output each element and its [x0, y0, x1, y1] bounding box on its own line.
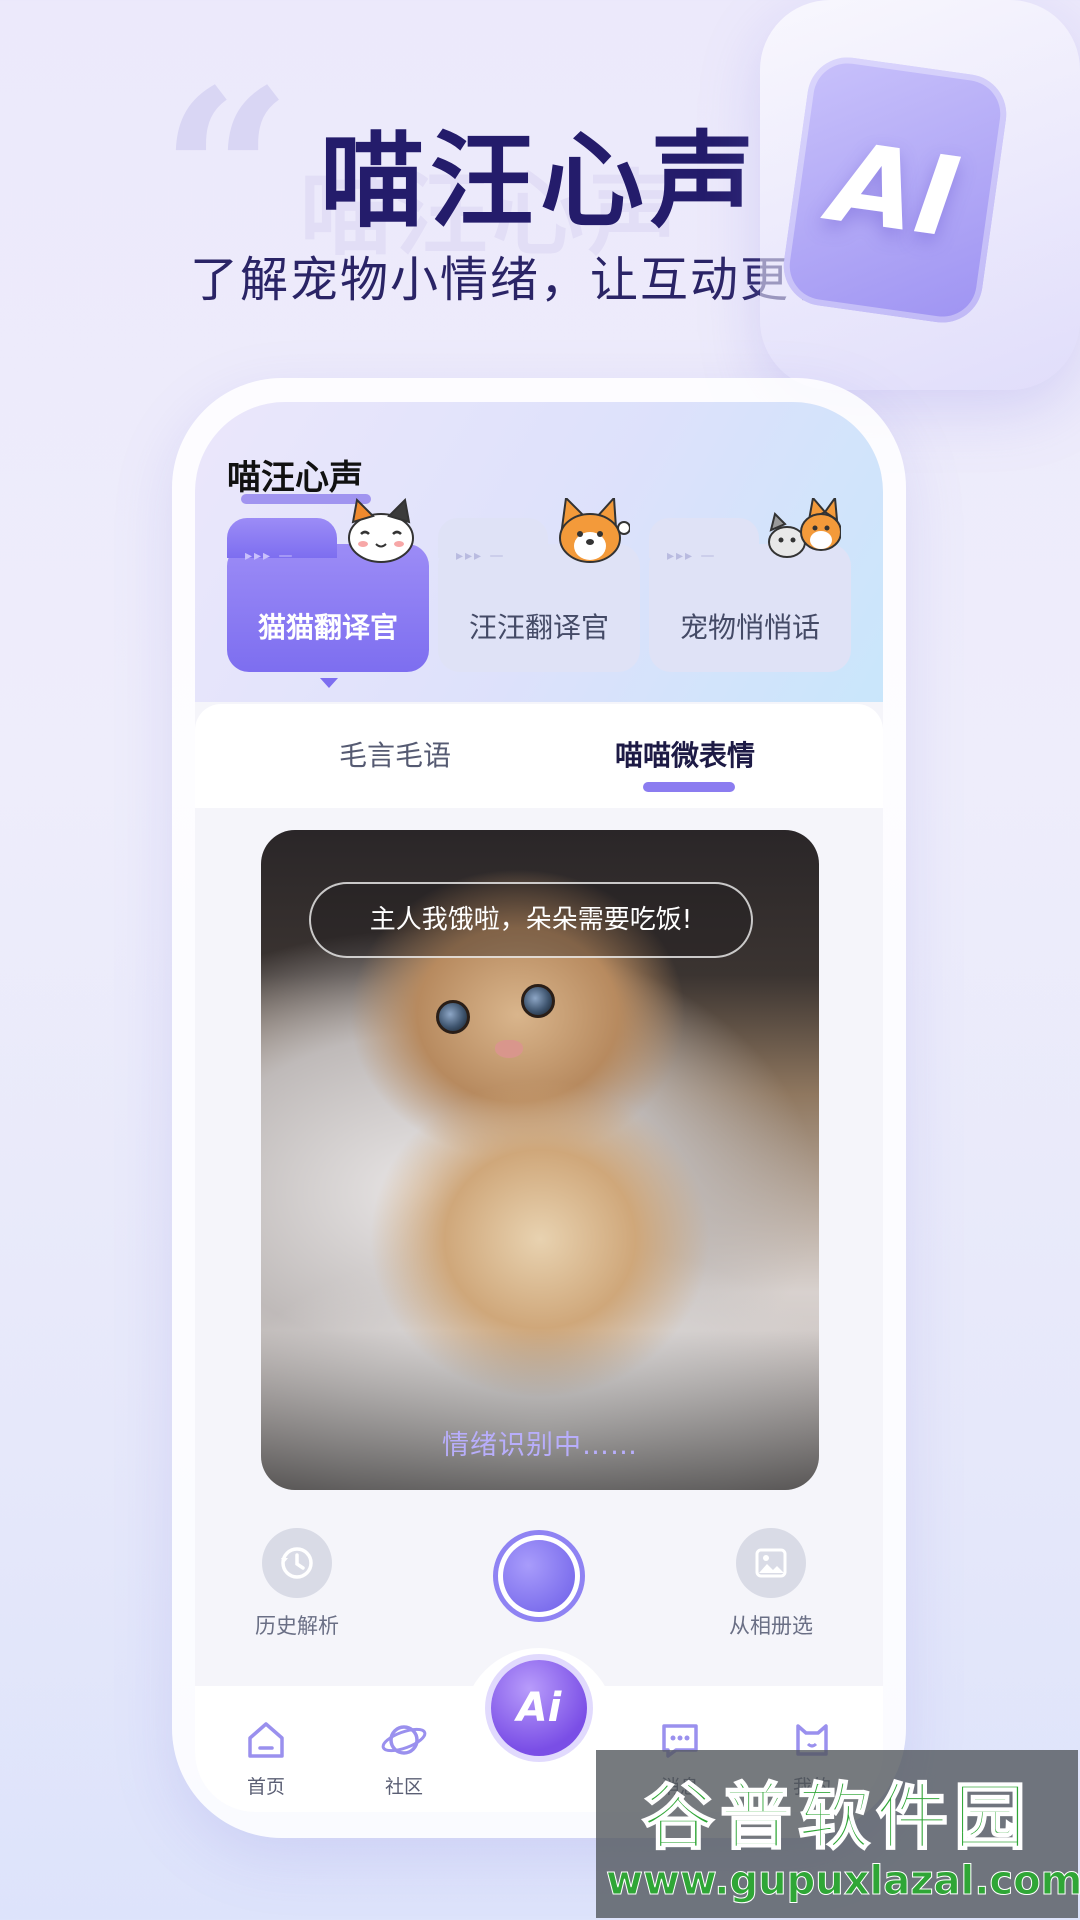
subtab-fur-talk[interactable]: 毛言毛语: [339, 734, 451, 774]
watermark: 谷普软件园 www.gupuxlazal.com: [596, 1750, 1080, 1918]
home-icon: [248, 1722, 284, 1758]
cat-nose: [495, 1040, 523, 1058]
nav-ai-label: Ai: [516, 1685, 562, 1731]
nav-community-label: 社区: [384, 1776, 423, 1798]
mode-label-dog: 汪汪翻译官: [468, 611, 609, 644]
nav-ai-button[interactable]: Ai: [491, 1660, 587, 1756]
image-icon: [736, 1528, 806, 1598]
album-label: 从相册选: [729, 1614, 813, 1638]
recognition-status: 情绪识别中……: [442, 1430, 638, 1461]
capture-button[interactable]: [493, 1530, 585, 1622]
tab-dots: ▸▸▸ —: [245, 548, 295, 564]
subtab-indicator: [643, 782, 735, 792]
corgi-dog-icon: [559, 498, 630, 563]
album-button[interactable]: 从相册选: [701, 1528, 841, 1640]
mode-tab-cat[interactable]: ▸▸▸ — 猫猫翻译官: [227, 498, 429, 672]
mode-tab-dog[interactable]: ▸▸▸ — 汪汪翻译官: [438, 498, 640, 672]
app-title: 喵汪心声: [227, 458, 363, 498]
watermark-name: 谷普软件园: [641, 1774, 1032, 1860]
cat-photo: 主人我饿啦，朵朵需要吃饭! 情绪识别中……: [261, 830, 819, 1490]
history-label: 历史解析: [255, 1614, 339, 1638]
planet-icon: [381, 1725, 427, 1755]
tab-dots: ▸▸▸ —: [667, 548, 717, 564]
tab-dots: ▸▸▸ —: [456, 548, 506, 564]
cat-and-dog-icon: [768, 498, 841, 558]
app-screen: 喵汪心声 ▸▸▸ — 猫猫翻译官 ▸▸▸ — 汪汪翻译官 ▸▸▸ — 宠物悄悄话…: [195, 402, 883, 1812]
ai-badge-text: AI: [823, 117, 967, 263]
speech-bubble: 主人我饿啦，朵朵需要吃饭!: [309, 882, 753, 958]
active-mode-caret: [320, 678, 338, 688]
mode-label-cat: 猫猫翻译官: [257, 611, 398, 644]
history-icon: [262, 1528, 332, 1598]
cat-eye: [521, 984, 555, 1018]
nav-home-label: 首页: [246, 1776, 285, 1798]
nav-community[interactable]: 社区: [359, 1718, 449, 1799]
subtab-micro-expression[interactable]: 喵喵微表情: [615, 734, 755, 774]
photo-shade: [261, 1330, 819, 1490]
mode-tab-pets[interactable]: ▸▸▸ — 宠物悄悄话: [649, 498, 851, 672]
watermark-url: www.gupuxlazal.com: [606, 1858, 1080, 1905]
ai-badge-icon: AI: [778, 52, 1012, 328]
calico-cat-icon: [348, 498, 414, 563]
history-button[interactable]: 历史解析: [227, 1528, 367, 1640]
mode-label-pets: 宠物悄悄话: [679, 611, 820, 644]
cat-eye: [436, 1000, 470, 1034]
nav-home[interactable]: 首页: [221, 1718, 311, 1799]
capture-button-inner: [503, 1540, 575, 1612]
subtab-bar: 毛言毛语 喵喵微表情: [195, 704, 883, 808]
